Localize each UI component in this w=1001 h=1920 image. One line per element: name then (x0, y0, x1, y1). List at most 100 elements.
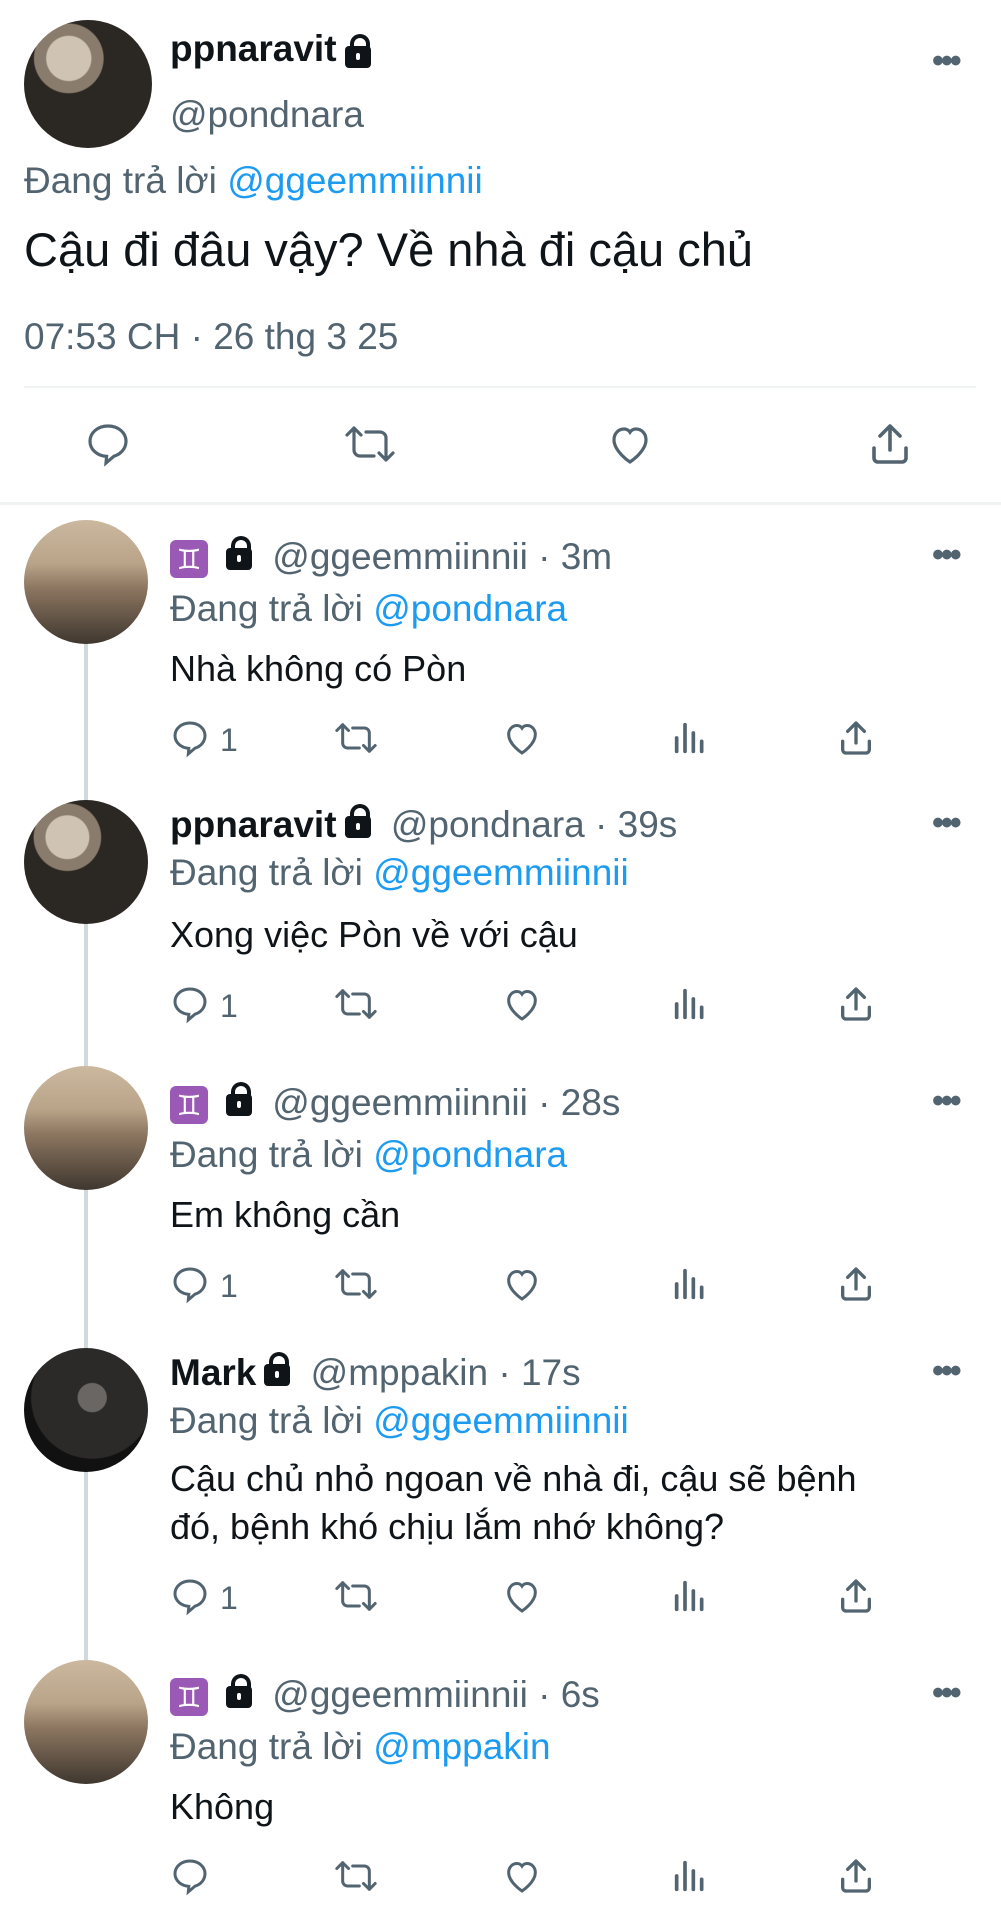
reply-context: Đang trả lời @ggeemmiinnii (170, 1400, 629, 1442)
tweet-text: Cậu đi đâu vậy? Về nhà đi cậu chủ (24, 223, 754, 276)
reply-header: ♊ @ggeemmiinnii · 28s (170, 1082, 620, 1125)
avatar[interactable] (24, 1348, 148, 1472)
reply-prefix: Đang trả lời (170, 1134, 363, 1175)
lock-icon (264, 1352, 291, 1387)
display-name[interactable]: Mark (170, 1352, 256, 1393)
retweet-icon[interactable] (334, 1576, 378, 1616)
gemini-icon: ♊ (170, 1086, 208, 1125)
reply-context: Đang trả lời @pondnara (170, 1134, 567, 1176)
avatar[interactable] (24, 520, 148, 644)
reply-header: ♊ @ggeemmiinnii · 3m (170, 536, 612, 579)
reply-prefix: Đang trả lời (24, 160, 217, 201)
reply-icon[interactable] (170, 1576, 210, 1616)
retweet-icon[interactable] (334, 1856, 378, 1896)
retweet-icon[interactable] (334, 718, 378, 758)
share-icon[interactable] (836, 1264, 876, 1304)
reply-count: 1 (220, 1268, 238, 1304)
reply-text: Không (170, 1786, 275, 1827)
like-icon[interactable] (502, 1576, 542, 1616)
views-icon[interactable] (670, 984, 710, 1024)
gemini-icon: ♊ (170, 1678, 208, 1717)
reply-prefix: Đang trả lời (170, 852, 363, 893)
reply-header: ♊ @ggeemmiinnii · 6s (170, 1674, 600, 1717)
retweet-icon[interactable] (334, 1264, 378, 1304)
avatar[interactable] (24, 20, 152, 148)
reply-icon[interactable] (170, 984, 210, 1024)
views-icon[interactable] (670, 1264, 710, 1304)
more-icon[interactable]: ••• (932, 1082, 962, 1121)
tweet-timestamp[interactable]: 07:53 CH · 26 thg 3 25 (24, 316, 398, 358)
reply-context: Đang trả lời @pondnara (170, 588, 567, 630)
reply-header: ppnaravit @pondnara · 39s (170, 804, 677, 846)
reply-context: Đang trả lời @ggeemmiinnii (170, 852, 629, 894)
lock-icon (226, 1082, 252, 1117)
lock-icon (344, 33, 371, 68)
handle[interactable]: @pondnara (391, 804, 585, 845)
reply-text: Nhà không có Pòn (170, 648, 467, 689)
reply-prefix: Đang trả lời (170, 588, 363, 629)
more-icon[interactable]: ••• (932, 42, 962, 81)
reply-count: 1 (220, 1580, 238, 1616)
lock-icon (226, 1674, 252, 1709)
share-icon[interactable] (836, 984, 876, 1024)
like-icon[interactable] (502, 718, 542, 758)
handle[interactable]: @mppakin (311, 1352, 488, 1393)
reply-icon[interactable] (84, 420, 132, 468)
lock-icon (226, 536, 252, 571)
reply-mention-link[interactable]: @ggeemmiinnii (227, 160, 483, 201)
views-icon[interactable] (670, 1856, 710, 1896)
display-name[interactable]: ppnaravit (170, 28, 337, 69)
views-icon[interactable] (670, 718, 710, 758)
handle[interactable]: @ggeemmiinnii (272, 536, 528, 577)
reply-count: 1 (220, 722, 238, 758)
section-divider (0, 502, 1001, 505)
reply-mention-link[interactable]: @mppakin (373, 1726, 550, 1767)
share-icon[interactable] (866, 420, 914, 468)
more-icon[interactable]: ••• (932, 804, 962, 843)
reply-text-line-2: đó, bệnh khó chịu lắm nhớ không? (170, 1506, 724, 1547)
reply-mention-link[interactable]: @ggeemmiinnii (373, 852, 629, 893)
reply-prefix: Đang trả lời (170, 1400, 363, 1441)
more-icon[interactable]: ••• (932, 536, 962, 575)
reply-text: Em không cần (170, 1194, 401, 1235)
reply-prefix: Đang trả lời (170, 1726, 363, 1767)
like-icon[interactable] (502, 984, 542, 1024)
share-icon[interactable] (836, 1576, 876, 1616)
share-icon[interactable] (836, 718, 876, 758)
reply-time[interactable]: · 28s (538, 1082, 620, 1123)
avatar[interactable] (24, 1066, 148, 1190)
reply-icon[interactable] (170, 1856, 210, 1896)
handle[interactable]: @ggeemmiinnii (272, 1082, 528, 1123)
more-icon[interactable]: ••• (932, 1674, 962, 1713)
share-icon[interactable] (836, 1856, 876, 1896)
avatar[interactable] (24, 800, 148, 924)
retweet-icon[interactable] (344, 420, 396, 468)
reply-mention-link[interactable]: @pondnara (373, 1134, 567, 1175)
reply-context: Đang trả lời @mppakin (170, 1726, 551, 1768)
reply-icon[interactable] (170, 1264, 210, 1304)
like-icon[interactable] (502, 1264, 542, 1304)
reply-count: 1 (220, 988, 238, 1024)
reply-time[interactable]: · 39s (595, 804, 677, 845)
display-name[interactable]: ppnaravit (170, 804, 337, 845)
views-icon[interactable] (670, 1576, 710, 1616)
reply-text-line-1: Cậu chủ nhỏ ngoan về nhà đi, cậu sẽ bệnh (170, 1458, 857, 1499)
reply-time[interactable]: · 17s (498, 1352, 580, 1393)
like-icon[interactable] (502, 1856, 542, 1896)
lock-icon (344, 804, 371, 839)
reply-mention-link[interactable]: @ggeemmiinnii (373, 1400, 629, 1441)
avatar[interactable] (24, 1660, 148, 1784)
like-icon[interactable] (606, 420, 654, 468)
more-icon[interactable]: ••• (932, 1352, 962, 1391)
handle[interactable]: @pondnara (170, 94, 364, 136)
reply-header: Mark @mppakin · 17s (170, 1352, 581, 1394)
reply-context: Đang trả lời @ggeemmiinnii (24, 160, 483, 202)
handle[interactable]: @ggeemmiinnii (272, 1674, 528, 1715)
retweet-icon[interactable] (334, 984, 378, 1024)
divider (24, 386, 976, 388)
reply-time[interactable]: · 6s (538, 1674, 600, 1715)
reply-mention-link[interactable]: @pondnara (373, 588, 567, 629)
reply-time[interactable]: · 3m (538, 536, 612, 577)
reply-icon[interactable] (170, 718, 210, 758)
gemini-icon: ♊ (170, 540, 208, 579)
